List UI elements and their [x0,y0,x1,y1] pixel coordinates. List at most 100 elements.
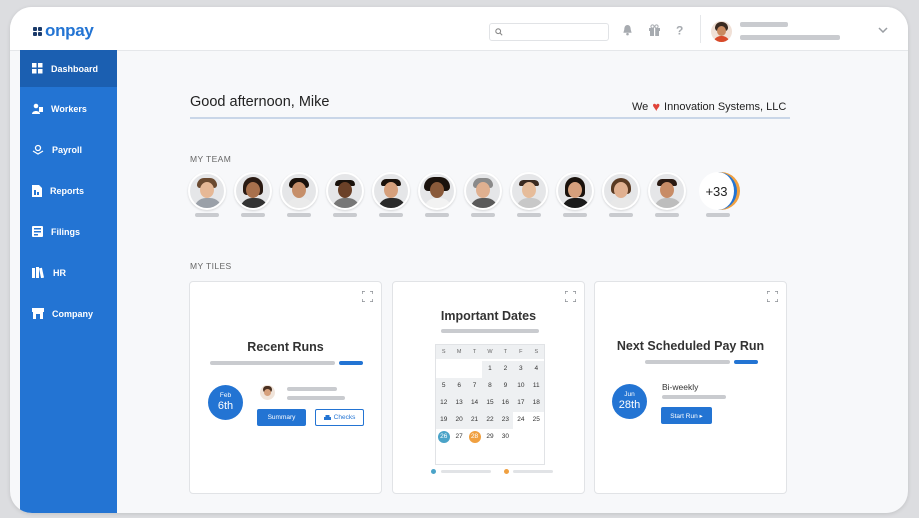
calendar-day[interactable]: 24 [513,412,528,429]
placeholder-bar [441,329,539,333]
placeholder-bar [287,387,337,391]
calendar-day[interactable]: 4 [528,361,544,378]
calendar-weekday: T [472,349,477,355]
calendar-day[interactable]: 20 [451,412,467,429]
calendar-day[interactable]: 7 [466,378,483,395]
team-member-name [706,213,730,217]
greeting: Good afternoon, Mike [190,94,330,110]
search-input[interactable] [489,23,609,41]
sidebar-item-payroll[interactable]: Payroll [20,131,117,168]
logo-mark [33,26,42,36]
calendar-day[interactable]: 28 [467,429,482,446]
team-member-avatar[interactable] [372,172,410,210]
expand-icon[interactable] [565,291,576,302]
user-avatar[interactable] [711,21,732,42]
expand-icon[interactable] [362,291,373,302]
calendar-day[interactable]: 5 [436,378,452,395]
legend-bar [441,470,491,473]
calendar-day[interactable]: 22 [482,412,498,429]
team-member-name [655,213,679,217]
sidebar-item-company[interactable]: Company [20,295,117,332]
team-member-avatar[interactable] [648,172,686,210]
calendar-weekday: T [503,349,508,355]
team-member-avatar[interactable] [510,172,548,210]
calendar[interactable]: SMTWTFS 1 2 3 4 5 6 7 8 9 10 11 12 13 14 15 16 17 18 19 20 2… [435,344,545,465]
placeholder-bar [287,396,345,400]
calendar-day[interactable]: 27 [451,429,466,446]
next-pay-run-tile[interactable]: Next Scheduled Pay Run Jun 28th Bi-weekl… [594,281,787,494]
summary-button[interactable]: Summary [257,409,306,426]
calendar-day[interactable]: 29 [482,429,497,446]
important-dates-tile[interactable]: Important Dates SMTWTFS 1 2 3 4 5 6 7 8 9 10 11 12 1… [392,281,585,494]
checks-button[interactable]: Checks [315,409,364,426]
sidebar-item-dashboard[interactable]: Dashboard [20,50,117,87]
team-member-avatar[interactable] [418,172,456,210]
team-member-name [195,213,219,217]
team-member-name [425,213,449,217]
calendar-day[interactable]: 10 [513,378,529,395]
workers-icon [32,103,43,114]
calendar-weekday: S [441,349,446,355]
calendar-day[interactable]: 13 [451,395,467,412]
bell-icon[interactable] [622,24,633,36]
sidebar-item-hr[interactable]: HR [20,254,117,291]
books-icon [32,267,45,278]
calendar-day[interactable]: 25 [529,412,544,429]
calendar-day[interactable]: 2 [497,361,514,378]
expand-icon[interactable] [767,291,778,302]
team-member-name [379,213,403,217]
app-window: onpay ? Dashboard Workers Payroll Report… [10,7,908,513]
company-line: We ♥ Innovation Systems, LLC [632,99,787,114]
team-member-avatar[interactable] [556,172,594,210]
team-member-avatar[interactable] [326,172,364,210]
sidebar-item-workers[interactable]: Workers [20,90,117,127]
sidebar-item-reports[interactable]: Reports [20,172,117,209]
placeholder-bar-accent [734,360,758,364]
team-more-button[interactable]: +33 [699,172,737,210]
calendar-day [451,361,466,378]
calendar-day[interactable]: 9 [497,378,514,395]
team-member-avatar[interactable] [280,172,318,210]
chevron-down-icon[interactable] [878,27,888,33]
calendar-day[interactable]: 3 [513,361,529,378]
calendar-day[interactable]: 1 [482,361,498,378]
avatar [260,385,275,400]
run-date-badge: Feb 6th [208,385,243,420]
calendar-day[interactable]: 18 [528,395,544,412]
onpay-logo[interactable]: onpay [33,21,94,41]
calendar-day[interactable]: 14 [466,395,483,412]
team-member-avatar[interactable] [188,172,226,210]
tile-title: Important Dates [440,309,537,323]
calendar-day[interactable]: 26 [436,429,451,446]
start-run-button[interactable]: Start Run ▸ [661,407,712,424]
team-label: MY TEAM [190,154,232,164]
calendar-day[interactable]: 16 [497,395,514,412]
top-bar: onpay ? [10,7,908,51]
team-member-name [471,213,495,217]
calendar-day[interactable]: 30 [498,429,513,446]
calendar-day[interactable]: 11 [528,378,544,395]
sidebar-item-filings[interactable]: Filings [20,213,117,250]
calendar-day[interactable]: 15 [482,395,498,412]
calendar-weekday: M [456,349,462,355]
calendar-day [467,361,482,378]
calendar-day[interactable]: 6 [451,378,467,395]
team-member-avatar[interactable] [464,172,502,210]
calendar-day[interactable]: 12 [436,395,452,412]
team-member-avatar[interactable] [602,172,640,210]
help-icon[interactable]: ? [675,24,685,36]
reports-icon [32,184,42,197]
calendar-day [436,361,451,378]
user-name-placeholder [740,22,788,27]
team-member-name [609,213,633,217]
gift-icon[interactable] [648,24,661,36]
team-member-avatar[interactable] [234,172,272,210]
calendar-day[interactable]: 19 [436,412,452,429]
calendar-day[interactable]: 8 [482,378,498,395]
calendar-day[interactable]: 21 [466,412,483,429]
tiles-label: MY TILES [190,261,232,271]
calendar-day[interactable]: 17 [513,395,529,412]
recent-runs-tile[interactable]: Recent Runs Feb 6th Summary Checks [189,281,382,494]
team-member-name [517,213,541,217]
calendar-day[interactable]: 23 [497,412,514,429]
